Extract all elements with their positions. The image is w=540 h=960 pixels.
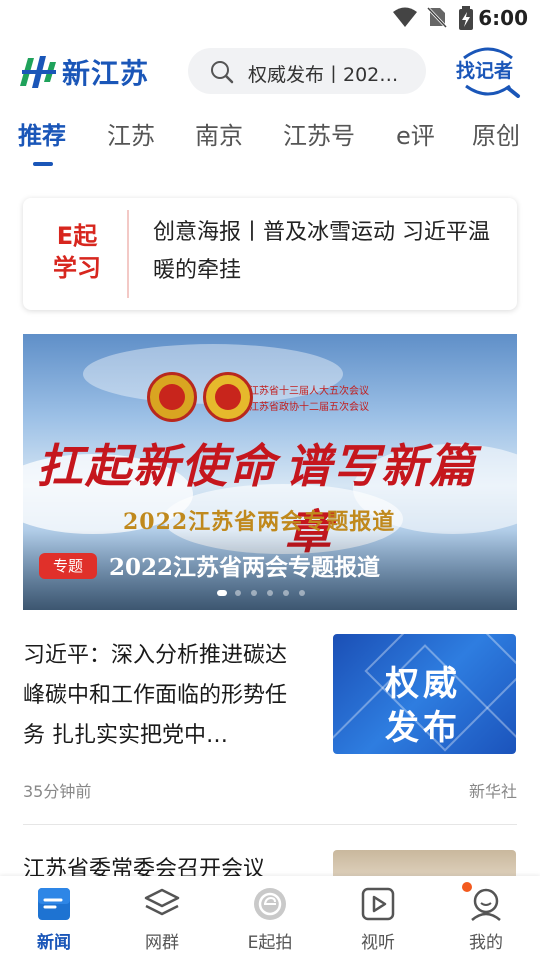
wifi-icon xyxy=(393,7,417,27)
news-source: 新华社 xyxy=(468,782,517,801)
thumbnail-text-line1: 权威 xyxy=(385,664,461,704)
nav-video[interactable]: 视听 xyxy=(324,876,432,960)
nav-network[interactable]: 网群 xyxy=(108,876,216,960)
clock: 6:00 xyxy=(478,6,528,30)
top-header: 新江苏 权威发布丨2022年江苏省两会 找记者 xyxy=(0,40,540,102)
channel-tabs: 推荐 江苏 南京 江苏号 e评 原创 xyxy=(0,116,540,170)
feature-banner[interactable]: 江苏省十三届人大五次会议 江苏省政协十二届五次会议 扛起新使命 谱写新篇章 20… xyxy=(23,334,517,610)
divider xyxy=(127,210,129,298)
carousel-dot[interactable] xyxy=(267,590,273,596)
carousel-dot[interactable] xyxy=(235,590,241,596)
slogan-left: 扛起新使命 xyxy=(37,439,277,493)
tab-jiangsu[interactable]: 江苏 xyxy=(107,116,155,151)
status-bar: 6:00 xyxy=(0,0,540,36)
tab-recommend[interactable]: 推荐 xyxy=(18,116,66,151)
conference-line-2: 江苏省政协十二届五次会议 xyxy=(249,402,369,413)
find-reporter-label: 找记者 xyxy=(456,60,514,82)
divider xyxy=(23,824,517,825)
e-learning-logo-line1: E起 xyxy=(56,222,98,250)
profile-icon xyxy=(471,888,501,921)
layers-icon xyxy=(144,888,180,916)
nav-news[interactable]: 新闻 xyxy=(0,876,108,960)
search-placeholder: 权威发布丨2022年江苏省两会 xyxy=(248,64,408,86)
bottom-navigation: 新闻 网群 E起拍 视听 我的 xyxy=(0,876,540,960)
nav-label: 新闻 xyxy=(37,933,71,953)
news-icon xyxy=(38,888,70,920)
search-icon xyxy=(211,61,234,84)
thumbnail-text-line2: 发布 xyxy=(385,708,461,748)
nav-profile[interactable]: 我的 xyxy=(432,876,540,960)
e-learning-headline: 创意海报丨普及冰雪运动 习近平温暖的牵挂 xyxy=(153,220,490,283)
tab-e-comment[interactable]: e评 xyxy=(396,116,435,151)
tab-nanjing[interactable]: 南京 xyxy=(195,116,243,151)
active-tab-indicator xyxy=(33,162,53,166)
find-reporter-button[interactable]: 找记者 xyxy=(454,46,522,98)
carousel-dot[interactable] xyxy=(251,590,257,596)
tab-jiangsu-hao[interactable]: 江苏号 xyxy=(283,116,355,151)
e-learning-logo-line2: 学习 xyxy=(53,254,101,282)
nav-label: 视听 xyxy=(361,933,395,953)
play-icon xyxy=(361,887,395,921)
carousel-dot[interactable] xyxy=(283,590,289,596)
e-camera-icon xyxy=(254,888,286,920)
search-bar[interactable]: 权威发布丨2022年江苏省两会 xyxy=(188,48,426,94)
nav-label: 网群 xyxy=(145,933,179,953)
nav-label: E起拍 xyxy=(247,933,293,953)
topic-badge: 专题 xyxy=(39,553,97,579)
app-logo[interactable]: 新江苏 xyxy=(20,50,149,94)
e-learning-card[interactable]: E起 学习 创意海报丨普及冰雪运动 习近平温暖的牵挂 xyxy=(23,198,517,310)
xinjiangsu-logo-icon xyxy=(20,56,56,88)
tab-original[interactable]: 原创 xyxy=(472,116,520,151)
news-title: 习近平：深入分析推进碳达峰碳中和工作面临的形势任务 扎扎实实把党中… xyxy=(23,643,288,748)
carousel-dot[interactable] xyxy=(299,590,305,596)
notification-dot xyxy=(462,882,472,892)
battery-charging-icon xyxy=(459,6,473,30)
carousel-dot[interactable] xyxy=(217,590,227,596)
news-time: 35分钟前 xyxy=(23,782,92,801)
e-learning-logo: E起 学习 xyxy=(49,220,105,288)
nav-e-camera[interactable]: E起拍 xyxy=(216,876,324,960)
nav-label: 我的 xyxy=(469,933,503,953)
cppcc-emblem-icon xyxy=(203,372,253,422)
banner-title: 2022江苏省两会专题报道 xyxy=(109,554,381,581)
news-thumbnail: 权威 发布 xyxy=(333,634,516,754)
app-name: 新江苏 xyxy=(62,57,150,90)
no-sim-icon xyxy=(426,6,448,28)
national-emblem-icon xyxy=(147,372,197,422)
conference-line-1: 江苏省十三届人大五次会议 xyxy=(249,386,369,397)
